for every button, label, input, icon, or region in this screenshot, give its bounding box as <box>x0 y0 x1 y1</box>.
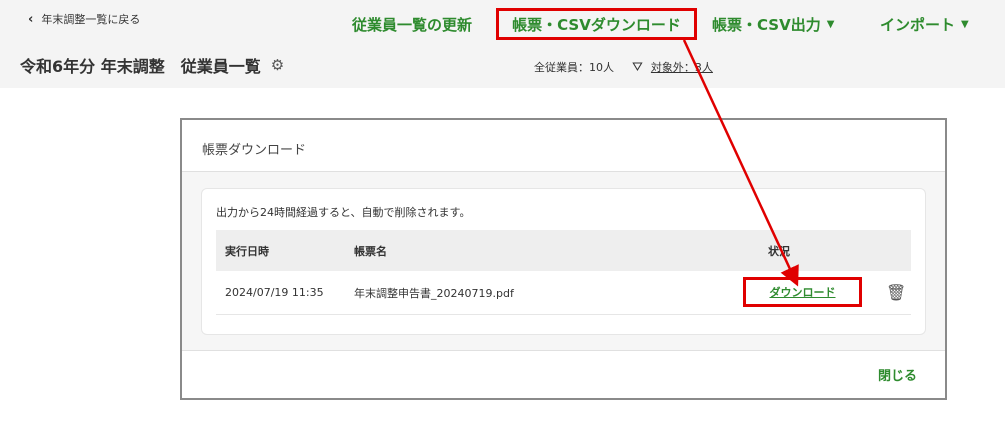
column-header-date: 実行日時 <box>225 244 269 258</box>
download-link[interactable]: ダウンロード <box>770 284 836 300</box>
import-label: インポート <box>880 16 956 34</box>
refresh-employees-button[interactable]: 従業員一覧の更新 <box>352 14 472 35</box>
import-menu[interactable]: インポート ▼ <box>880 14 969 35</box>
download-card: 出力から24時間経過すると、自動で削除されます。 実行日時 帳票名 状況 202… <box>201 188 926 335</box>
trash-icon[interactable]: 🗑 <box>886 283 906 302</box>
back-link-label: 年末調整一覧に戻る <box>41 13 141 26</box>
output-forms-csv-menu[interactable]: 帳票・CSV出力 ▼ <box>712 14 834 35</box>
back-link[interactable]: ‹ 年末調整一覧に戻る <box>28 11 140 27</box>
table-header: 実行日時 帳票名 状況 <box>216 230 911 271</box>
dialog-body: 出力から24時間経過すると、自動で削除されます。 実行日時 帳票名 状況 202… <box>182 172 945 350</box>
caret-down-icon: ▼ <box>826 19 835 30</box>
download-forms-csv-button[interactable]: 帳票・CSVダウンロード <box>496 8 697 40</box>
row-date: 2024/07/19 11:35 <box>225 286 324 299</box>
dialog-title: 帳票ダウンロード <box>202 143 307 158</box>
dialog-footer: 閉じる <box>182 350 945 398</box>
table-row: 2024/07/19 11:35 年末調整申告書_20240719.pdf ダウ… <box>216 271 911 315</box>
download-forms-dialog: 帳票ダウンロード 出力から24時間経過すると、自動で削除されます。 実行日時 帳… <box>180 118 947 400</box>
dialog-header: 帳票ダウンロード <box>182 120 945 172</box>
excluded-employees-count[interactable]: ⛛ 対象外：3人 <box>632 59 713 75</box>
chevron-left-icon: ‹ <box>28 11 34 27</box>
page-title: 令和6年分 年末調整 従業員一覧 ⚙ <box>20 53 284 77</box>
page-title-text: 令和6年分 年末調整 従業員一覧 <box>20 57 261 76</box>
all-employees-count: 全従業員：10人 <box>534 59 614 75</box>
caret-down-icon: ▼ <box>961 19 969 30</box>
download-forms-csv-label: 帳票・CSVダウンロード <box>512 15 681 34</box>
column-header-status: 状況 <box>768 244 790 258</box>
column-header-name: 帳票名 <box>354 244 387 258</box>
output-forms-csv-label: 帳票・CSV出力 <box>712 16 821 34</box>
download-link-highlight: ダウンロード <box>743 277 862 307</box>
excluded-count-link[interactable]: 対象外：3人 <box>651 59 713 75</box>
all-employees-count-text: 全従業員：10人 <box>534 61 614 74</box>
gear-icon[interactable]: ⚙ <box>271 56 284 74</box>
row-file-name: 年末調整申告書_20240719.pdf <box>354 286 514 300</box>
close-button[interactable]: 閉じる <box>878 365 917 384</box>
auto-delete-notice: 出力から24時間経過すると、自動で削除されます。 <box>216 206 471 219</box>
filter-off-icon: ⛛ <box>632 59 643 75</box>
top-bar: ‹ 年末調整一覧に戻る 令和6年分 年末調整 従業員一覧 ⚙ 従業員一覧の更新 … <box>0 0 1005 88</box>
refresh-employees-label: 従業員一覧の更新 <box>352 16 473 34</box>
